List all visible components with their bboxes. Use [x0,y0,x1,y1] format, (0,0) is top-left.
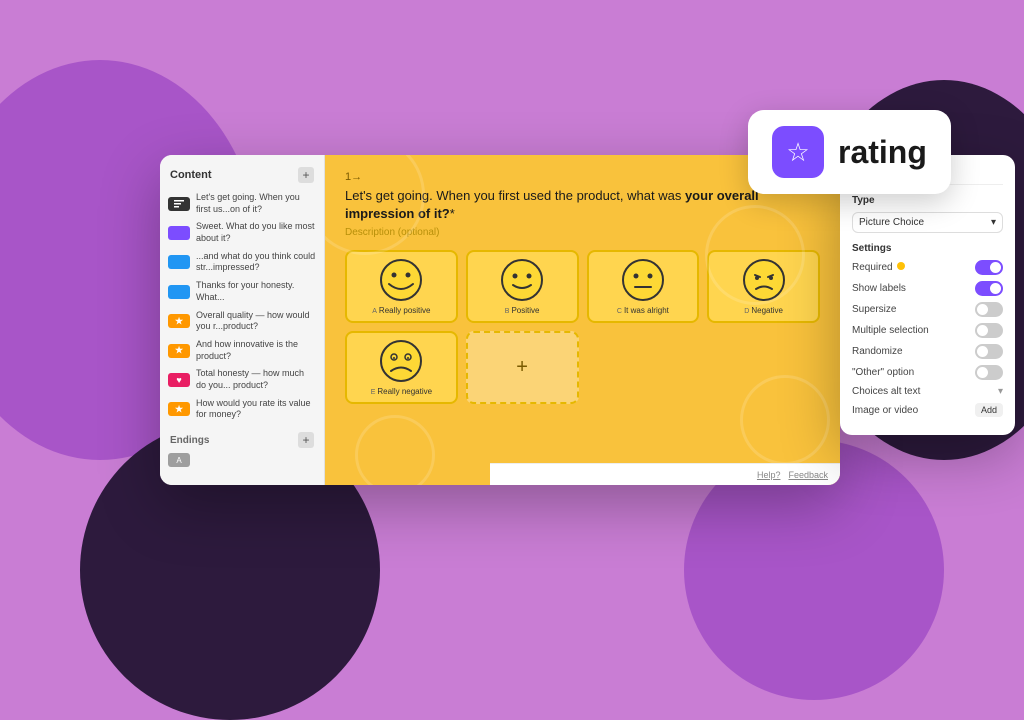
badge-7: ♥ [168,373,190,387]
item-1-text: Let's get going. When you first us...on … [196,192,316,215]
type-select-value: Picture Choice [859,217,924,228]
bg-circle-4 [740,375,830,465]
image-video-row: Image or video Add [852,403,1003,417]
randomize-toggle[interactable] [975,344,1003,359]
choice-a-label: AReally positive [372,306,430,315]
sidebar-title: Content [170,169,212,181]
endings-label: Endings [170,435,209,446]
ending-badge: A [168,453,190,467]
settings-supersize: Supersize [852,302,1003,317]
choices-alt-row: Choices alt text ▾ [852,386,1003,397]
other-label: "Other" option [852,367,914,378]
badge-3 [168,255,190,269]
badge-8: ★ [168,402,190,416]
item-4-text: Thanks for your honesty. What... [196,280,316,303]
multiple-toggle[interactable] [975,323,1003,338]
badge-5: ★ [168,314,190,328]
sidebar-item-5[interactable]: ★ Overall quality — how would you r...pr… [160,307,324,336]
other-toggle[interactable] [975,365,1003,380]
choice-e[interactable]: EReally negative [345,331,458,404]
badge-6: ★ [168,344,190,358]
bg-circle-3 [355,415,435,485]
sidebar-add-button[interactable]: + [298,167,314,183]
choice-e-label: EReally negative [371,387,432,396]
settings-randomize: Randomize [852,344,1003,359]
ending-item[interactable]: A [160,450,324,470]
badge-2 [168,226,190,240]
settings-multiple: Multiple selection [852,323,1003,338]
feedback-link[interactable]: Feedback [788,470,828,480]
choice-c[interactable]: CIt was alright [587,250,700,323]
settings-label: Settings [852,243,1003,254]
bg-circle-2 [705,205,805,305]
rating-popup: ☆ rating [748,110,951,194]
sidebar-item-3[interactable]: ...and what do you think could str...imp… [160,248,324,277]
rating-icon: ☆ [772,126,824,178]
endings-section: Endings + [160,428,324,450]
choice-c-label: CIt was alright [617,306,669,315]
sidebar-item-2[interactable]: Sweet. What do you like most about it? [160,218,324,247]
badge-4 [168,285,190,299]
rating-label: rating [838,134,927,171]
badge-1 [168,197,190,211]
sidebar-item-7[interactable]: ♥ Total honesty — how much do you... pro… [160,365,324,394]
image-video-add-button[interactable]: Add [975,403,1003,417]
settings-required: Required [852,260,1003,275]
item-5-text: Overall quality — how would you r...prod… [196,310,316,333]
randomize-label: Randomize [852,346,903,357]
item-2-text: Sweet. What do you like most about it? [196,221,316,244]
settings-other: "Other" option [852,365,1003,380]
add-choice-button[interactable]: + [466,331,579,404]
right-panel: Question Type Picture Choice ▾ Settings … [840,155,1015,435]
item-3-text: ...and what do you think could str...imp… [196,251,316,274]
required-toggle[interactable] [975,260,1003,275]
chevron-down-icon: ▾ [991,217,996,228]
choices-alt-label: Choices alt text [852,386,920,397]
choice-b[interactable]: BPositive [466,250,579,323]
choice-b-label: BPositive [505,306,540,315]
sidebar-item-1[interactable]: Let's get going. When you first us...on … [160,189,324,218]
image-video-label: Image or video [852,405,918,416]
multiple-label: Multiple selection [852,325,929,336]
required-label: Required [852,262,905,273]
item-8-text: How would you rate its value for money? [196,398,316,421]
show-labels-label: Show labels [852,283,906,294]
app-footer: Help? Feedback [490,463,840,485]
type-label: Type [852,195,1003,206]
show-labels-toggle[interactable] [975,281,1003,296]
supersize-toggle[interactable] [975,302,1003,317]
supersize-label: Supersize [852,304,896,315]
type-select-row: Picture Choice ▾ [852,212,1003,233]
choices-alt-chevron: ▾ [998,386,1003,397]
type-select[interactable]: Picture Choice ▾ [852,212,1003,233]
settings-show-labels: Show labels [852,281,1003,296]
choice-a[interactable]: AReally positive [345,250,458,323]
endings-add-button[interactable]: + [298,432,314,448]
sidebar-item-6[interactable]: ★ And how innovative is the product? [160,336,324,365]
item-6-text: And how innovative is the product? [196,339,316,362]
help-link[interactable]: Help? [757,470,781,480]
main-content: 1→ Let's get going. When you first used … [325,155,840,485]
item-7-text: Total honesty — how much do you... produ… [196,368,316,391]
sidebar-item-4[interactable]: Thanks for your honesty. What... [160,277,324,306]
app-window: Content + Let's get going. When you firs… [160,155,840,485]
choice-d-label: DNegative [744,306,783,315]
sidebar-header: Content + [160,163,324,189]
sidebar-item-8[interactable]: ★ How would you rate its value for money… [160,395,324,424]
sidebar: Content + Let's get going. When you firs… [160,155,325,485]
